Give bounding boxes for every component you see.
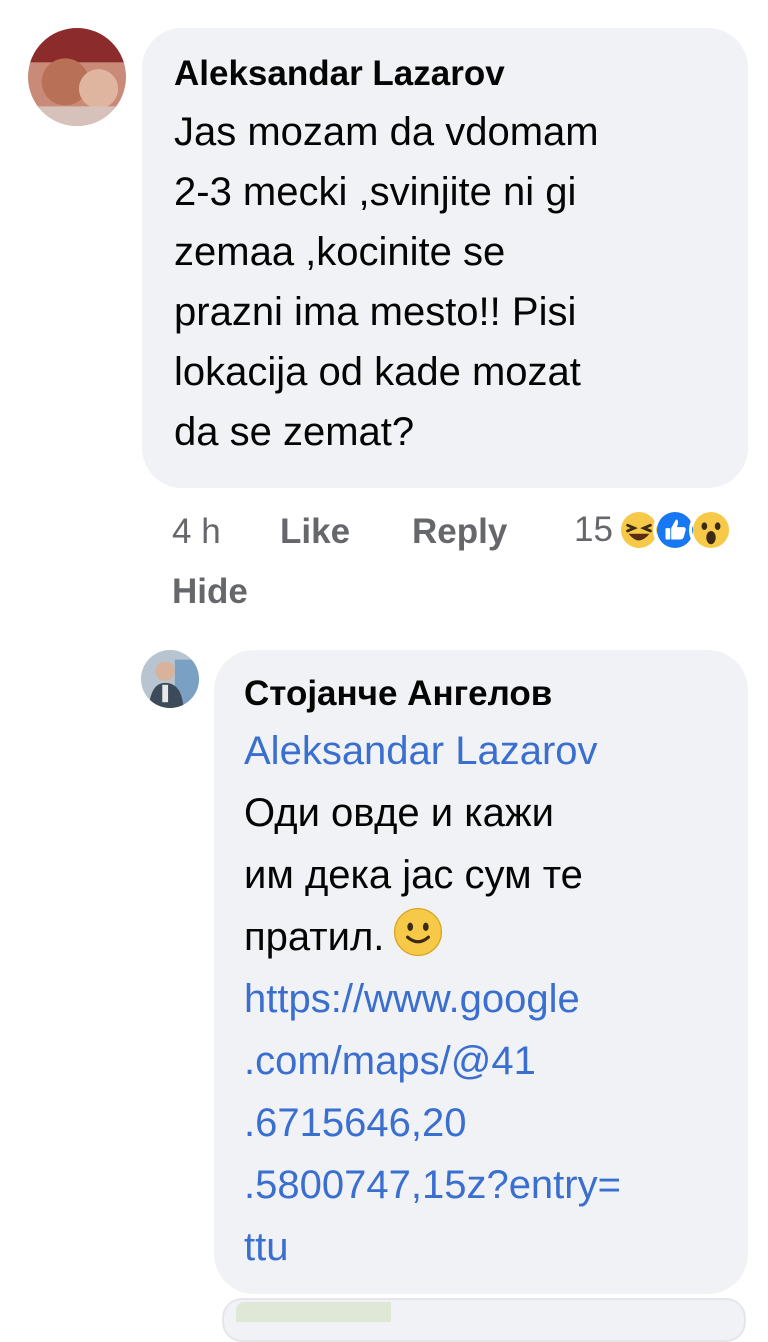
like-button[interactable]: Like bbox=[280, 512, 350, 552]
link-preview-thumbnail bbox=[236, 1302, 391, 1322]
google-maps-link[interactable]: https://www.google .com/maps/@41 .671564… bbox=[244, 968, 748, 1278]
link-line[interactable]: .5800747,15z?entry= bbox=[244, 1154, 748, 1216]
reply-text-line: им дека јас сум те bbox=[244, 853, 583, 897]
reply-bubble: Стојанче Ангелов Aleksandar Lazarov Оди … bbox=[214, 650, 748, 1294]
reply-author[interactable]: Стојанче Ангелов bbox=[244, 672, 748, 716]
slightly-smiling-face-icon bbox=[392, 906, 444, 958]
mention-link[interactable]: Aleksandar Lazarov bbox=[244, 720, 748, 782]
wow-icon bbox=[688, 508, 733, 552]
reply-author-avatar-photo bbox=[141, 650, 199, 708]
reply-author-avatar[interactable] bbox=[141, 650, 199, 708]
hide-button[interactable]: Hide bbox=[172, 572, 248, 612]
link-line[interactable]: .com/maps/@41 bbox=[244, 1030, 748, 1092]
comment-timestamp[interactable]: 4 h bbox=[172, 512, 221, 552]
reaction-count: 15 bbox=[574, 510, 613, 549]
reply-text-line-with-emoji: пратил. bbox=[244, 906, 748, 968]
link-line[interactable]: ttu bbox=[244, 1216, 748, 1278]
link-line[interactable]: https://www.google bbox=[244, 968, 748, 1030]
link-line[interactable]: .6715646,20 bbox=[244, 1092, 748, 1154]
reply-text-line: Оди овде и кажи bbox=[244, 791, 554, 835]
reply-text-line: пратил. bbox=[244, 915, 385, 959]
reply-text: Aleksandar Lazarov Оди овде и кажи им де… bbox=[244, 720, 748, 1278]
reply-button[interactable]: Reply bbox=[412, 512, 507, 552]
reaction-summary[interactable]: 15 bbox=[574, 508, 733, 552]
